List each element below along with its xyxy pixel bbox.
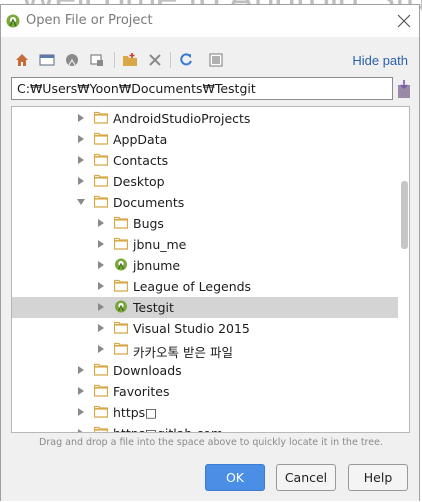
ok-button[interactable]: OK [205, 464, 265, 491]
collapsed-arrow-icon[interactable] [76, 386, 86, 396]
file-tree[interactable]: AndroidStudioProjects AppData Contacts Desk… [11, 106, 410, 433]
tree-row[interactable]: jbnume [12, 255, 398, 276]
folder-icon [114, 237, 128, 250]
tree-row[interactable]: Bugs [12, 213, 398, 234]
tree-row[interactable]: 카카오톡 받은 파일 [12, 339, 398, 360]
folder-icon [94, 132, 108, 145]
collapsed-arrow-icon[interactable] [76, 407, 86, 417]
collapsed-arrow-icon[interactable] [76, 365, 86, 375]
home-icon[interactable] [13, 51, 31, 69]
module-icon[interactable] [88, 51, 106, 69]
dialog-title: Open File or Project [26, 13, 153, 28]
collapsed-arrow-icon[interactable] [96, 239, 106, 249]
delete-icon[interactable] [146, 51, 164, 69]
android-project-icon [115, 300, 127, 313]
folder-icon [94, 426, 108, 432]
path-history-icon[interactable] [397, 79, 411, 99]
folder-icon [94, 153, 108, 166]
tree-row-label: jbnume [133, 258, 181, 273]
tree-row-label: Testgit [133, 300, 174, 315]
drag-drop-hint: Drag and drop a file into the space abov… [39, 437, 383, 448]
toolbar-separator [114, 52, 115, 68]
tree-row[interactable]: https□ [12, 402, 398, 423]
tree-row[interactable]: Favorites [12, 381, 398, 402]
tree-row-label: Bugs [133, 216, 164, 231]
collapsed-arrow-icon[interactable] [96, 323, 106, 333]
scrollbar-track[interactable] [399, 107, 409, 432]
android-studio-icon [6, 14, 20, 28]
tree-row[interactable]: AppData [12, 129, 398, 150]
tree-row-label: AndroidStudioProjects [113, 111, 251, 126]
folder-icon [114, 216, 128, 229]
android-project-icon [115, 258, 127, 271]
tree-row[interactable]: Documents [12, 192, 398, 213]
collapsed-arrow-icon[interactable] [96, 281, 106, 291]
tree-row-label: https□gitlab.com [113, 426, 223, 432]
path-input[interactable] [11, 77, 393, 100]
collapsed-arrow-icon[interactable] [96, 302, 106, 312]
refresh-icon[interactable] [177, 51, 195, 69]
hide-path-link[interactable]: Hide path [352, 53, 408, 68]
folder-icon [114, 321, 128, 334]
folder-icon [114, 279, 128, 292]
folder-icon [94, 111, 108, 124]
tree-row-label: jbnu_me [133, 237, 187, 252]
tree-row[interactable]: jbnu_me [12, 234, 398, 255]
collapsed-arrow-icon[interactable] [96, 218, 106, 228]
folder-icon [94, 174, 108, 187]
toolbar-separator [170, 52, 171, 68]
tree-row[interactable]: Visual Studio 2015 [12, 318, 398, 339]
close-icon[interactable] [395, 12, 413, 30]
tree-row[interactable]: AndroidStudioProjects [12, 108, 398, 129]
expanded-arrow-icon[interactable] [76, 197, 86, 207]
folder-icon [94, 195, 108, 208]
tree-row-label: Downloads [113, 363, 182, 378]
toolbar [11, 49, 411, 71]
tree-row-label: AppData [113, 132, 168, 147]
project-icon[interactable] [63, 51, 81, 69]
path-row [11, 77, 411, 101]
tree-row-label: Documents [113, 195, 185, 210]
tree-row[interactable]: Contacts [12, 150, 398, 171]
title-bar: Open File or Project [1, 5, 419, 37]
show-hidden-icon[interactable] [207, 51, 225, 69]
folder-icon [94, 363, 108, 376]
tree-row[interactable]: Desktop [12, 171, 398, 192]
tree-row-label: Favorites [113, 384, 170, 399]
folder-icon [94, 384, 108, 397]
tree-row-label: Contacts [113, 153, 169, 168]
tree-row[interactable]: Testgit [12, 297, 398, 318]
collapsed-arrow-icon[interactable] [96, 260, 106, 270]
collapsed-arrow-icon[interactable] [76, 428, 86, 433]
tree-row-label: Visual Studio 2015 [133, 321, 250, 336]
tree-row[interactable]: League of Legends [12, 276, 398, 297]
collapsed-arrow-icon[interactable] [96, 344, 106, 354]
help-button[interactable]: Help [348, 464, 408, 491]
scrollbar-thumb[interactable] [401, 181, 408, 249]
folder-icon [114, 342, 128, 355]
tree-row[interactable]: Downloads [12, 360, 398, 381]
tree-row-label: 카카오톡 받은 파일 [133, 345, 233, 360]
tree-row-label: League of Legends [133, 279, 252, 294]
tree-row[interactable]: https□gitlab.com [12, 423, 398, 433]
open-file-dialog: Open File or Project Hide path C:₩Users₩… [0, 4, 420, 501]
desktop-icon[interactable] [38, 51, 56, 69]
tree-row-label: Desktop [113, 174, 165, 189]
new-folder-icon[interactable] [121, 51, 139, 69]
collapsed-arrow-icon[interactable] [76, 113, 86, 123]
collapsed-arrow-icon[interactable] [76, 155, 86, 165]
collapsed-arrow-icon[interactable] [76, 176, 86, 186]
collapsed-arrow-icon[interactable] [76, 134, 86, 144]
folder-icon [94, 405, 108, 418]
cancel-button[interactable]: Cancel [276, 464, 336, 491]
tree-row-label: https□ [113, 405, 157, 420]
